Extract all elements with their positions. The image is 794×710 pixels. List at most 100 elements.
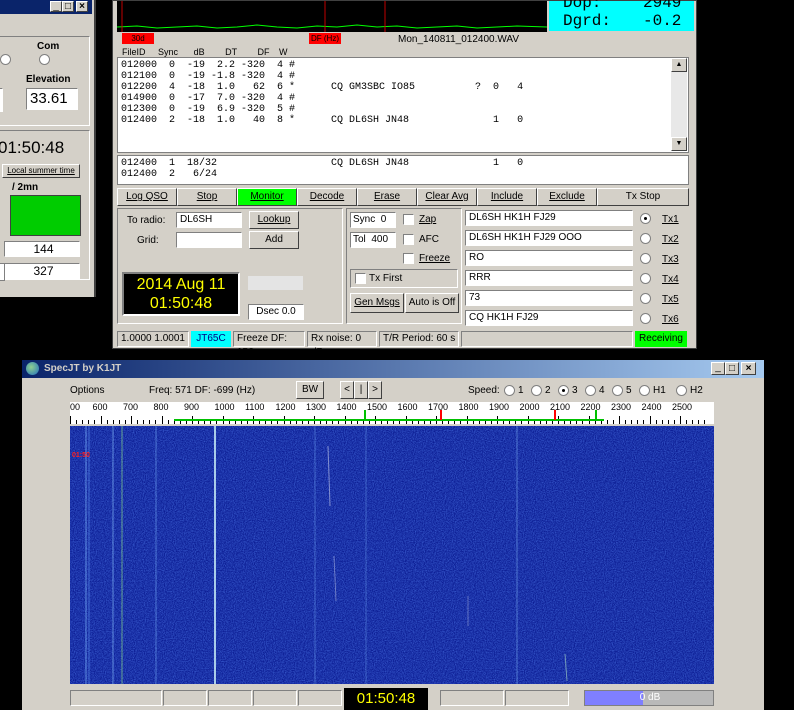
speed-1-radio[interactable]	[504, 385, 515, 396]
maximize-button[interactable]: □	[62, 1, 74, 12]
include-button[interactable]: Include	[477, 188, 537, 206]
tx5-message[interactable]: 73	[465, 290, 633, 306]
tx6-message[interactable]: CQ HK1H FJ29	[465, 310, 633, 326]
nav-center-button[interactable]: |	[354, 381, 368, 399]
speed-4-radio[interactable]	[585, 385, 596, 396]
local-summer-time-button[interactable]: Local summer time	[2, 164, 80, 178]
zap-checkbox[interactable]	[403, 214, 414, 225]
com-radio-2[interactable]	[39, 54, 50, 65]
tx4-label[interactable]: Tx4	[662, 274, 679, 285]
nav-right-button[interactable]: >	[368, 381, 382, 399]
tx-first-box	[350, 269, 458, 288]
tx4-radio[interactable]	[640, 273, 651, 284]
tx2-radio[interactable]	[640, 233, 651, 244]
lookup-button[interactable]: Lookup	[249, 211, 299, 229]
speed-4-label: 4	[599, 385, 605, 396]
freeze-checkbox[interactable]	[403, 253, 414, 264]
tx-first-checkbox[interactable]	[355, 273, 366, 284]
bottom-slot-6	[440, 690, 504, 706]
scale-tick	[637, 420, 639, 424]
options-menu[interactable]: Options	[70, 385, 104, 396]
decode-button[interactable]: Decode	[297, 188, 357, 206]
bottom-slot-3	[208, 690, 252, 706]
tx6-label[interactable]: Tx6	[662, 314, 679, 325]
decode-line: 012200 4 -18 1.0 62 6 * CQ GM3SBC IO85 ?…	[121, 82, 524, 93]
column-headers: FileID Sync dB DT DF W	[122, 47, 287, 57]
tx1-label[interactable]: Tx1	[662, 214, 679, 225]
scale-label: 1200	[275, 402, 296, 412]
average-text-area[interactable]: 012400 1 18/32 CQ DL6SH JN48 1 0 012400 …	[117, 155, 689, 185]
exclude-button[interactable]: Exclude	[537, 188, 597, 206]
left-time: 01:50:48	[0, 138, 65, 157]
decode-scrollbar[interactable]: ▲ ▼	[671, 58, 687, 151]
stop-button[interactable]: Stop	[177, 188, 237, 206]
tx2-message[interactable]: DL6SH HK1H FJ29 OOO	[465, 230, 633, 246]
freq-readout: Freq: 571 DF: -699 (Hz)	[149, 385, 256, 396]
speed-h2-radio[interactable]	[676, 385, 687, 396]
waterfall-display[interactable]: 01:50	[70, 426, 714, 684]
clock-display: 2014 Aug 11 01:50:48	[122, 272, 240, 316]
wav-filename: Mon_140811_012400.WAV	[398, 34, 520, 45]
tx5-label[interactable]: Tx5	[662, 294, 679, 305]
auto-is-off-button[interactable]: Auto is Off	[405, 293, 459, 313]
speed-5-radio[interactable]	[612, 385, 623, 396]
status-freq: 1.0000 1.0001	[117, 331, 189, 347]
scale-label: 2000	[519, 402, 540, 412]
afc-label: AFC	[419, 234, 439, 245]
afc-checkbox[interactable]	[403, 234, 414, 245]
sync-field[interactable]: Sync 0	[350, 212, 396, 228]
scale-tick	[612, 420, 614, 424]
scale-tick	[655, 420, 657, 424]
status-bar: 1.0000 1.0001 JT65C Freeze DF: 156 Rx no…	[117, 331, 693, 358]
scroll-up-arrow-icon[interactable]: ▲	[671, 58, 687, 72]
clear-avg-button[interactable]: Clear Avg	[417, 188, 477, 206]
scale-tick	[106, 420, 108, 424]
com-radio-1[interactable]	[0, 54, 11, 65]
tx4-message[interactable]: RRR	[465, 270, 633, 286]
nav-left-button[interactable]: <	[340, 381, 354, 399]
scale-tick	[686, 420, 688, 424]
tx3-message[interactable]: RO	[465, 250, 633, 266]
to-radio-input[interactable]: DL6SH	[176, 212, 242, 228]
scale-label: 1900	[489, 402, 510, 412]
scale-tick	[673, 420, 675, 424]
speed-h1-radio[interactable]	[639, 385, 650, 396]
add-button[interactable]: Add	[249, 231, 299, 249]
tx5-radio[interactable]	[640, 293, 651, 304]
tx1-radio[interactable]	[640, 213, 651, 224]
bottom-slot-2	[163, 690, 207, 706]
monitor-button[interactable]: Monitor	[237, 188, 297, 206]
bw-button[interactable]: BW	[296, 381, 324, 399]
log-qso-label: Log QSO	[126, 191, 168, 202]
specjt-minimize-button[interactable]: _	[711, 362, 725, 375]
gen-msgs-button[interactable]: Gen Msgs	[350, 293, 404, 313]
decode-text-area[interactable]: 012000 0 -19 2.2 -320 4 # 012100 0 -19 -…	[117, 57, 689, 153]
tx-stop-label: Tx Stop	[625, 191, 661, 202]
specjt-close-button[interactable]: ×	[741, 362, 756, 375]
tx2-label[interactable]: Tx2	[662, 234, 679, 245]
to-radio-label: To radio:	[127, 215, 166, 226]
tx-stop-button[interactable]: Tx Stop	[597, 188, 689, 206]
specjt-maximize-button[interactable]: □	[725, 362, 739, 375]
speed-3-radio[interactable]	[558, 385, 569, 396]
scale-label: 600	[92, 402, 108, 412]
speed-2-radio[interactable]	[531, 385, 542, 396]
grid-input[interactable]	[176, 232, 242, 248]
dsec-field: Dsec 0.0	[248, 304, 304, 320]
minimize-button[interactable]: _	[50, 1, 62, 12]
log-qso-button[interactable]: Log QSO	[117, 188, 177, 206]
decode-label: Decode	[309, 191, 345, 202]
erase-button[interactable]: Erase	[357, 188, 417, 206]
scroll-down-arrow-icon[interactable]: ▼	[671, 137, 687, 151]
specjt-title: SpecJT by K1JT	[44, 363, 122, 374]
scale-tick	[667, 420, 669, 424]
tx1-message[interactable]: DL6SH HK1H FJ29	[465, 210, 633, 226]
scale-tick	[698, 420, 700, 424]
monitor-label: Monitor	[250, 191, 284, 202]
tol-field[interactable]: Tol 400	[350, 232, 396, 248]
tx6-radio[interactable]	[640, 313, 651, 324]
close-button[interactable]: ×	[76, 1, 88, 12]
tx3-radio[interactable]	[640, 253, 651, 264]
tx3-label[interactable]: Tx3	[662, 254, 679, 265]
scale-tick	[143, 420, 145, 424]
